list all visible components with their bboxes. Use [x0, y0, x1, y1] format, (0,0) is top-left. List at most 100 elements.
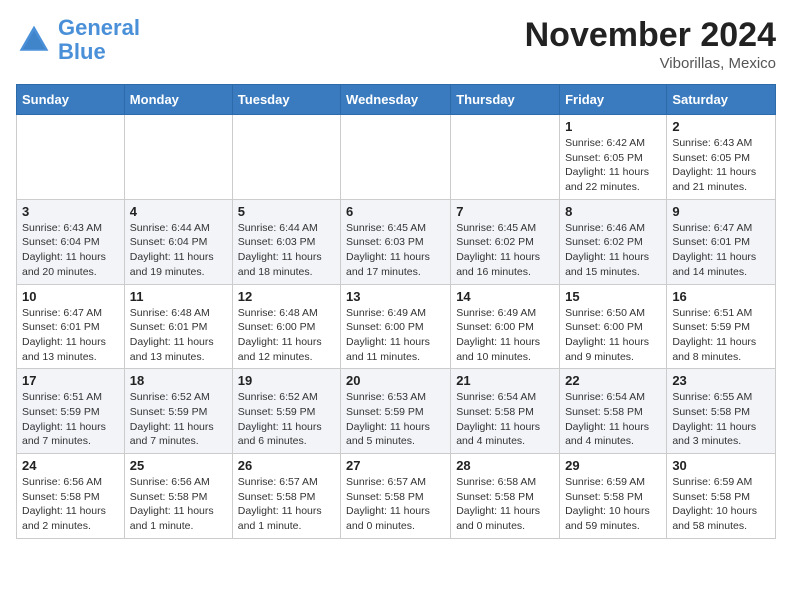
calendar-cell: 30 Sunrise: 6:59 AM Sunset: 5:58 PM Dayli…	[667, 454, 776, 539]
day-info: Sunrise: 6:54 AM Sunset: 5:58 PM Dayligh…	[456, 390, 554, 449]
day-number: 28	[456, 458, 554, 473]
weekday-friday: Friday	[560, 85, 667, 115]
calendar-cell: 19 Sunrise: 6:52 AM Sunset: 5:59 PM Dayli…	[232, 369, 340, 454]
calendar-cell: 9 Sunrise: 6:47 AM Sunset: 6:01 PM Daylig…	[667, 199, 776, 284]
day-info: Sunrise: 6:59 AM Sunset: 5:58 PM Dayligh…	[672, 475, 770, 534]
weekday-wednesday: Wednesday	[341, 85, 451, 115]
day-info: Sunrise: 6:42 AM Sunset: 6:05 PM Dayligh…	[565, 136, 661, 195]
day-number: 13	[346, 289, 445, 304]
calendar-cell: 22 Sunrise: 6:54 AM Sunset: 5:58 PM Dayli…	[560, 369, 667, 454]
weekday-header-row: SundayMondayTuesdayWednesdayThursdayFrid…	[17, 85, 776, 115]
weekday-tuesday: Tuesday	[232, 85, 340, 115]
calendar-cell: 25 Sunrise: 6:56 AM Sunset: 5:58 PM Dayli…	[124, 454, 232, 539]
calendar-cell: 13 Sunrise: 6:49 AM Sunset: 6:00 PM Dayli…	[341, 284, 451, 369]
week-row-5: 24Sunrise: 6:56 AM Sunset: 5:58 PM Dayli…	[17, 454, 776, 539]
day-number: 21	[456, 373, 554, 388]
calendar-cell: 26 Sunrise: 6:57 AM Sunset: 5:58 PM Dayli…	[232, 454, 340, 539]
day-number: 10	[22, 289, 119, 304]
day-info: Sunrise: 6:48 AM Sunset: 6:01 PM Dayligh…	[130, 306, 227, 365]
day-number: 2	[672, 119, 770, 134]
calendar-cell: 6 Sunrise: 6:45 AM Sunset: 6:03 PM Daylig…	[341, 199, 451, 284]
day-number: 27	[346, 458, 445, 473]
day-info: Sunrise: 6:47 AM Sunset: 6:01 PM Dayligh…	[22, 306, 119, 365]
day-info: Sunrise: 6:48 AM Sunset: 6:00 PM Dayligh…	[238, 306, 335, 365]
day-number: 6	[346, 204, 445, 219]
day-number: 4	[130, 204, 227, 219]
calendar-cell: 4 Sunrise: 6:44 AM Sunset: 6:04 PM Daylig…	[124, 199, 232, 284]
logo-icon	[16, 22, 52, 58]
day-info: Sunrise: 6:52 AM Sunset: 5:59 PM Dayligh…	[238, 390, 335, 449]
title-block: November 2024 Viborillas, Mexico	[525, 16, 776, 72]
calendar-cell: 24Sunrise: 6:56 AM Sunset: 5:58 PM Dayli…	[17, 454, 125, 539]
calendar-cell	[451, 115, 560, 200]
calendar-cell: 8Sunrise: 6:46 AM Sunset: 6:02 PM Daylig…	[560, 199, 667, 284]
month-title: November 2024	[525, 16, 776, 55]
day-info: Sunrise: 6:52 AM Sunset: 5:59 PM Dayligh…	[130, 390, 227, 449]
weekday-sunday: Sunday	[17, 85, 125, 115]
day-info: Sunrise: 6:51 AM Sunset: 5:59 PM Dayligh…	[22, 390, 119, 449]
calendar-cell: 27 Sunrise: 6:57 AM Sunset: 5:58 PM Dayli…	[341, 454, 451, 539]
day-info: Sunrise: 6:53 AM Sunset: 5:59 PM Dayligh…	[346, 390, 445, 449]
page-header: General Blue November 2024 Viborillas, M…	[16, 16, 776, 72]
day-number: 1	[565, 119, 661, 134]
day-number: 23	[672, 373, 770, 388]
day-info: Sunrise: 6:51 AM Sunset: 5:59 PM Dayligh…	[672, 306, 770, 365]
calendar-cell: 1 Sunrise: 6:42 AM Sunset: 6:05 PM Daylig…	[560, 115, 667, 200]
day-number: 8	[565, 204, 661, 219]
day-info: Sunrise: 6:47 AM Sunset: 6:01 PM Dayligh…	[672, 221, 770, 280]
day-number: 14	[456, 289, 554, 304]
calendar-cell: 17Sunrise: 6:51 AM Sunset: 5:59 PM Dayli…	[17, 369, 125, 454]
day-number: 20	[346, 373, 445, 388]
calendar-cell: 2 Sunrise: 6:43 AM Sunset: 6:05 PM Daylig…	[667, 115, 776, 200]
calendar-cell: 3Sunrise: 6:43 AM Sunset: 6:04 PM Daylig…	[17, 199, 125, 284]
day-number: 15	[565, 289, 661, 304]
week-row-2: 3Sunrise: 6:43 AM Sunset: 6:04 PM Daylig…	[17, 199, 776, 284]
logo: General Blue	[16, 16, 140, 64]
calendar-cell: 28 Sunrise: 6:58 AM Sunset: 5:58 PM Dayli…	[451, 454, 560, 539]
calendar-cell: 15 Sunrise: 6:50 AM Sunset: 6:00 PM Dayli…	[560, 284, 667, 369]
day-info: Sunrise: 6:43 AM Sunset: 6:05 PM Dayligh…	[672, 136, 770, 195]
day-info: Sunrise: 6:57 AM Sunset: 5:58 PM Dayligh…	[346, 475, 445, 534]
day-info: Sunrise: 6:57 AM Sunset: 5:58 PM Dayligh…	[238, 475, 335, 534]
calendar-cell: 16Sunrise: 6:51 AM Sunset: 5:59 PM Dayli…	[667, 284, 776, 369]
day-info: Sunrise: 6:44 AM Sunset: 6:03 PM Dayligh…	[238, 221, 335, 280]
weekday-saturday: Saturday	[667, 85, 776, 115]
day-info: Sunrise: 6:44 AM Sunset: 6:04 PM Dayligh…	[130, 221, 227, 280]
location: Viborillas, Mexico	[525, 55, 776, 72]
day-info: Sunrise: 6:45 AM Sunset: 6:02 PM Dayligh…	[456, 221, 554, 280]
calendar-cell: 23 Sunrise: 6:55 AM Sunset: 5:58 PM Dayli…	[667, 369, 776, 454]
calendar-cell	[232, 115, 340, 200]
day-number: 25	[130, 458, 227, 473]
day-number: 22	[565, 373, 661, 388]
calendar-cell: 18 Sunrise: 6:52 AM Sunset: 5:59 PM Dayli…	[124, 369, 232, 454]
calendar-cell: 29 Sunrise: 6:59 AM Sunset: 5:58 PM Dayli…	[560, 454, 667, 539]
day-info: Sunrise: 6:49 AM Sunset: 6:00 PM Dayligh…	[346, 306, 445, 365]
day-info: Sunrise: 6:58 AM Sunset: 5:58 PM Dayligh…	[456, 475, 554, 534]
calendar-cell: 14Sunrise: 6:49 AM Sunset: 6:00 PM Dayli…	[451, 284, 560, 369]
calendar-cell: 11Sunrise: 6:48 AM Sunset: 6:01 PM Dayli…	[124, 284, 232, 369]
day-number: 26	[238, 458, 335, 473]
calendar-cell	[341, 115, 451, 200]
day-info: Sunrise: 6:56 AM Sunset: 5:58 PM Dayligh…	[22, 475, 119, 534]
weekday-thursday: Thursday	[451, 85, 560, 115]
logo-text: General Blue	[58, 16, 140, 64]
weekday-monday: Monday	[124, 85, 232, 115]
day-number: 30	[672, 458, 770, 473]
day-info: Sunrise: 6:50 AM Sunset: 6:00 PM Dayligh…	[565, 306, 661, 365]
day-info: Sunrise: 6:45 AM Sunset: 6:03 PM Dayligh…	[346, 221, 445, 280]
day-info: Sunrise: 6:56 AM Sunset: 5:58 PM Dayligh…	[130, 475, 227, 534]
day-info: Sunrise: 6:43 AM Sunset: 6:04 PM Dayligh…	[22, 221, 119, 280]
calendar-cell: 12 Sunrise: 6:48 AM Sunset: 6:00 PM Dayli…	[232, 284, 340, 369]
calendar-table: SundayMondayTuesdayWednesdayThursdayFrid…	[16, 84, 776, 539]
calendar-cell: 21 Sunrise: 6:54 AM Sunset: 5:58 PM Dayli…	[451, 369, 560, 454]
calendar-cell: 7Sunrise: 6:45 AM Sunset: 6:02 PM Daylig…	[451, 199, 560, 284]
day-info: Sunrise: 6:54 AM Sunset: 5:58 PM Dayligh…	[565, 390, 661, 449]
day-number: 12	[238, 289, 335, 304]
day-info: Sunrise: 6:59 AM Sunset: 5:58 PM Dayligh…	[565, 475, 661, 534]
day-number: 9	[672, 204, 770, 219]
calendar-cell	[124, 115, 232, 200]
day-number: 19	[238, 373, 335, 388]
day-number: 18	[130, 373, 227, 388]
day-info: Sunrise: 6:55 AM Sunset: 5:58 PM Dayligh…	[672, 390, 770, 449]
day-number: 29	[565, 458, 661, 473]
